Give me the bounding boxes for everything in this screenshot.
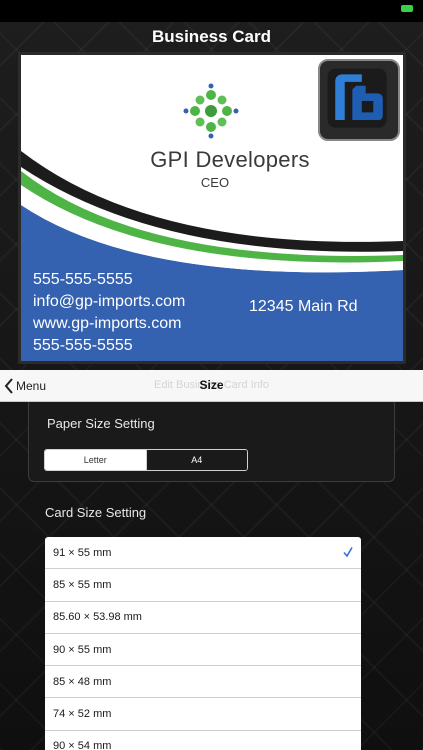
card-website: www.gp-imports.com [33, 315, 182, 332]
card-phone: 555-555-5555 [33, 271, 133, 288]
card-address: 12345 Main Rd [249, 298, 358, 315]
paper-size-panel: Paper Size Setting Letter A4 [28, 402, 395, 482]
molecule-logo-icon [183, 83, 239, 139]
card-size-option[interactable]: 90 × 54 mm [45, 730, 361, 750]
chevron-left-icon [4, 378, 13, 394]
card-size-label: Card Size Setting [45, 505, 147, 520]
card-size-option-label: 85.60 × 53.98 mm [53, 611, 142, 624]
card-size-option-label: 74 × 52 mm [53, 708, 112, 721]
card-size-option-label: 85 × 55 mm [53, 578, 112, 591]
card-size-option[interactable]: 90 × 55 mm [45, 633, 361, 667]
status-bar [0, 0, 423, 22]
card-size-option-label: 90 × 55 mm [53, 643, 112, 656]
card-size-option[interactable]: 91 × 55 mm [45, 537, 361, 570]
card-company-name: GPI Developers [150, 147, 310, 172]
checkmark-icon [343, 547, 353, 558]
back-button[interactable]: Menu [4, 377, 46, 395]
card-size-list: 91 × 55 mm 85 × 55 mm 85.60 × 53.98 mm 9… [45, 537, 361, 750]
paper-size-option-letter[interactable]: Letter [45, 450, 146, 470]
card-size-option[interactable]: 85 × 48 mm [45, 666, 361, 699]
paper-size-option-a4[interactable]: A4 [145, 450, 247, 470]
card-size-option-label: 90 × 54 mm [53, 740, 112, 750]
card-email: info@gp-imports.com [33, 293, 186, 310]
battery-icon [401, 5, 413, 12]
card-role: CEO [200, 175, 230, 190]
card-phone-2: 555-555-5555 [33, 337, 133, 354]
card-size-option[interactable]: 74 × 52 mm [45, 698, 361, 731]
card-size-option-label: 91 × 55 mm [53, 546, 112, 559]
card-size-option-label: 85 × 48 mm [53, 675, 112, 688]
navigation-bar: Edit Business Card Info Size Menu [0, 370, 423, 402]
screen-title: Business Card [151, 27, 272, 46]
card-size-option[interactable]: 85 × 55 mm [45, 569, 361, 602]
app-badge-icon [318, 59, 400, 141]
paper-size-label: Paper Size Setting [47, 416, 155, 431]
back-button-label: Menu [16, 379, 47, 393]
paper-size-segmented-control: Letter A4 [44, 449, 248, 471]
nav-title: Size [199, 378, 224, 392]
card-size-option[interactable]: 85.60 × 53.98 mm [45, 601, 361, 634]
business-card-preview[interactable]: GPI Developers CEO 555-555-5555 info@gp-… [18, 52, 406, 364]
